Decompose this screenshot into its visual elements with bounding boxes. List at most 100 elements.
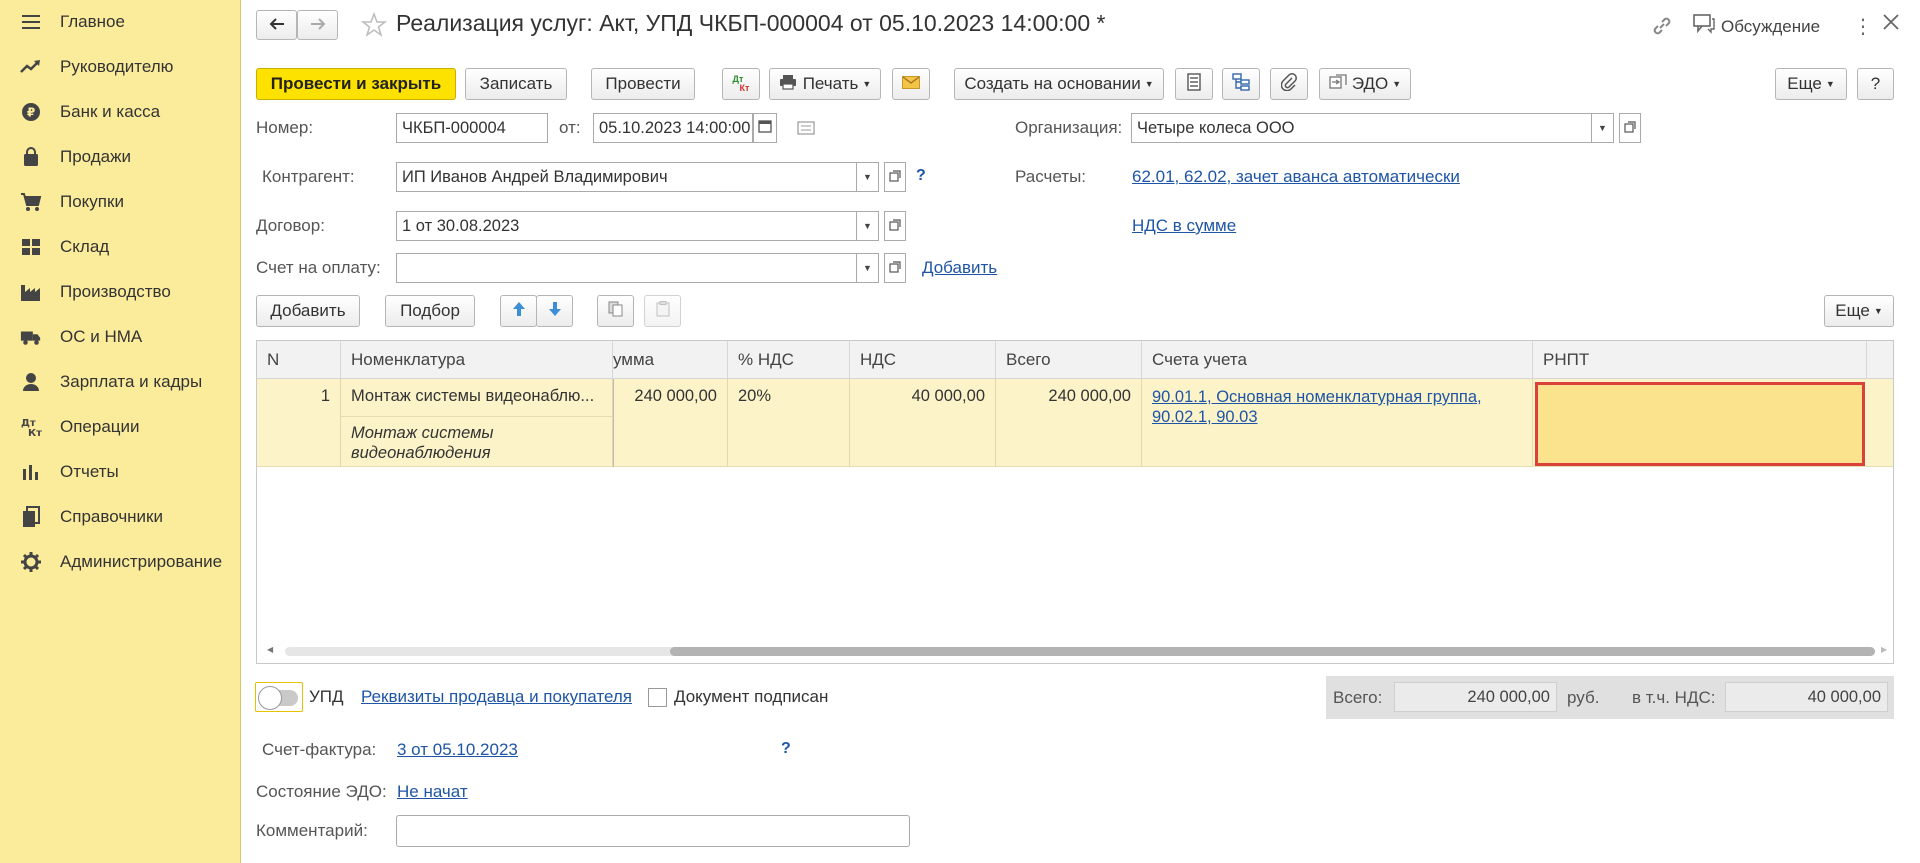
arrow-left-icon: [269, 15, 285, 35]
close-icon[interactable]: [1881, 12, 1901, 37]
column-header-total[interactable]: Всего: [996, 341, 1142, 379]
invoice-open-button[interactable]: [884, 253, 906, 283]
cell-total[interactable]: 240 000,00: [996, 379, 1142, 467]
attach-button[interactable]: [1270, 68, 1308, 100]
paste-button[interactable]: [644, 295, 681, 327]
organization-field[interactable]: Четыре колеса ООО: [1131, 113, 1592, 143]
scroll-right-icon[interactable]: ▶: [1881, 645, 1887, 654]
star-icon[interactable]: [360, 11, 388, 43]
open-form-icon: [1624, 118, 1636, 138]
organization-label: Организация:: [1015, 118, 1123, 137]
cell-nomenclature[interactable]: Монтаж системы видеонаблю... Монтаж сист…: [341, 379, 613, 467]
edo-button[interactable]: ЭДО ▼: [1319, 68, 1411, 100]
email-button[interactable]: [892, 68, 930, 100]
dt-kt-button[interactable]: Дт Кт: [722, 68, 760, 100]
create-based-on-button[interactable]: Создать на основании ▼: [954, 68, 1164, 100]
nomenclature-content[interactable]: Монтаж системы видеонаблюдения: [341, 417, 612, 467]
sidebar-item-sales[interactable]: Продажи: [0, 137, 241, 177]
scrollbar-thumb[interactable]: [670, 647, 1875, 656]
sidebar-item-main[interactable]: Главное: [0, 2, 241, 42]
upd-toggle[interactable]: [255, 682, 303, 712]
invoice-field[interactable]: [396, 253, 857, 283]
scroll-left-icon[interactable]: ◀: [267, 645, 273, 654]
date-field[interactable]: 05.10.2023 14:00:00: [593, 113, 753, 143]
discussion-button[interactable]: Обсуждение: [1693, 14, 1820, 39]
accounts-link-line2[interactable]: 90.02.1, 90.03: [1152, 407, 1522, 427]
svg-text:₽: ₽: [27, 106, 35, 120]
sidebar-item-label: Продажи: [60, 147, 131, 166]
requisites-link[interactable]: Реквизиты продавца и покупателя: [361, 687, 632, 707]
document-history-icon[interactable]: [797, 120, 815, 140]
help-button[interactable]: ?: [1857, 68, 1894, 100]
column-header-rnpt[interactable]: РНПТ: [1533, 341, 1867, 379]
accounts-link-line1[interactable]: 90.01.1, Основная номенклатурная группа,: [1152, 387, 1522, 407]
column-header-accounts[interactable]: Счета учета: [1142, 341, 1533, 379]
post-and-close-button[interactable]: Провести и закрыть: [256, 68, 456, 100]
cell-sum[interactable]: 240 000,00: [613, 379, 728, 467]
post-button[interactable]: Провести: [591, 68, 695, 100]
sidebar-item-production[interactable]: Производство: [0, 272, 241, 312]
save-button[interactable]: Записать: [465, 68, 567, 100]
settlements-link[interactable]: 62.01, 62.02, зачет аванса автоматически: [1132, 167, 1460, 187]
invoice-add-link[interactable]: Добавить: [922, 258, 997, 278]
column-header-vat[interactable]: НДС: [850, 341, 996, 379]
vat-included-label: в т.ч. НДС:: [1632, 688, 1716, 707]
copy-row-button[interactable]: [597, 295, 634, 327]
cell-rnpt-active[interactable]: [1535, 382, 1865, 466]
contract-open-button[interactable]: [884, 211, 906, 241]
contractor-open-button[interactable]: [884, 162, 906, 192]
table-pick-button[interactable]: Подбор: [385, 295, 475, 327]
sidebar-item-purchases[interactable]: Покупки: [0, 182, 241, 222]
invoice-factura-help-icon[interactable]: ?: [781, 740, 791, 758]
back-button[interactable]: [256, 10, 297, 40]
table-more-button[interactable]: Еще ▼: [1824, 295, 1894, 327]
contractor-help-icon[interactable]: ?: [916, 167, 926, 185]
invoice-factura-link[interactable]: 3 от 05.10.2023: [397, 740, 518, 760]
more-vertical-icon[interactable]: ⋮: [1853, 14, 1873, 39]
contract-field[interactable]: 1 от 30.08.2023: [396, 211, 857, 241]
column-header-n[interactable]: N: [257, 341, 341, 379]
contractor-dropdown[interactable]: ▼: [857, 162, 879, 192]
move-down-button[interactable]: [536, 295, 573, 327]
nomenclature-name[interactable]: Монтаж системы видеонаблю...: [341, 379, 612, 417]
column-header-vat-rate[interactable]: % НДС: [728, 341, 850, 379]
sidebar-item-reports[interactable]: Отчеты: [0, 452, 241, 492]
organization-open-button[interactable]: [1619, 113, 1641, 143]
cell-vat[interactable]: 40 000,00: [850, 379, 996, 467]
cell-n[interactable]: 1: [257, 379, 341, 467]
sidebar-item-warehouse[interactable]: Склад: [0, 227, 241, 267]
vat-mode-link[interactable]: НДС в сумме: [1132, 216, 1236, 236]
column-header-nomenclature[interactable]: Номенклатура: [341, 341, 613, 379]
sidebar-item-manager[interactable]: Руководителю: [0, 47, 241, 87]
number-field[interactable]: ЧКБП-000004: [396, 113, 548, 143]
edo-state-link[interactable]: Не начат: [397, 782, 468, 802]
column-header-spacer: [1867, 341, 1893, 379]
forward-button[interactable]: [297, 10, 338, 40]
column-header-sum[interactable]: умма: [613, 341, 728, 379]
move-up-button[interactable]: [500, 295, 537, 327]
cell-vat-rate[interactable]: 20%: [728, 379, 850, 467]
sidebar-item-operations[interactable]: Дт Кт Операции: [0, 407, 241, 447]
sidebar-item-fixed-assets[interactable]: ОС и НМА: [0, 317, 241, 357]
contract-dropdown[interactable]: ▼: [857, 211, 879, 241]
sidebar-item-label: Банк и касса: [60, 102, 161, 121]
table-add-button[interactable]: Добавить: [256, 295, 360, 327]
comment-field[interactable]: [396, 815, 910, 847]
horizontal-scrollbar[interactable]: [285, 647, 1875, 656]
list-document-button[interactable]: [1175, 68, 1213, 100]
structure-button[interactable]: [1222, 68, 1260, 100]
more-button[interactable]: Еще ▼: [1775, 68, 1847, 100]
calendar-button[interactable]: [753, 113, 777, 143]
invoice-dropdown[interactable]: ▼: [857, 253, 879, 283]
sidebar-item-bank[interactable]: ₽ Банк и касса: [0, 92, 241, 132]
sidebar-item-admin[interactable]: Администрирование: [0, 542, 241, 582]
cell-accounts[interactable]: 90.01.1, Основная номенклатурная группа,…: [1142, 379, 1533, 467]
link-icon[interactable]: [1651, 15, 1673, 42]
print-button[interactable]: Печать ▼: [769, 68, 881, 100]
sidebar-item-hr[interactable]: Зарплата и кадры: [0, 362, 241, 402]
contractor-field[interactable]: ИП Иванов Андрей Владимирович: [396, 162, 857, 192]
sidebar-item-references[interactable]: Справочники: [0, 497, 241, 537]
warehouse-icon: [20, 236, 42, 258]
organization-dropdown[interactable]: ▼: [1592, 113, 1614, 143]
signed-checkbox[interactable]: [648, 688, 667, 707]
